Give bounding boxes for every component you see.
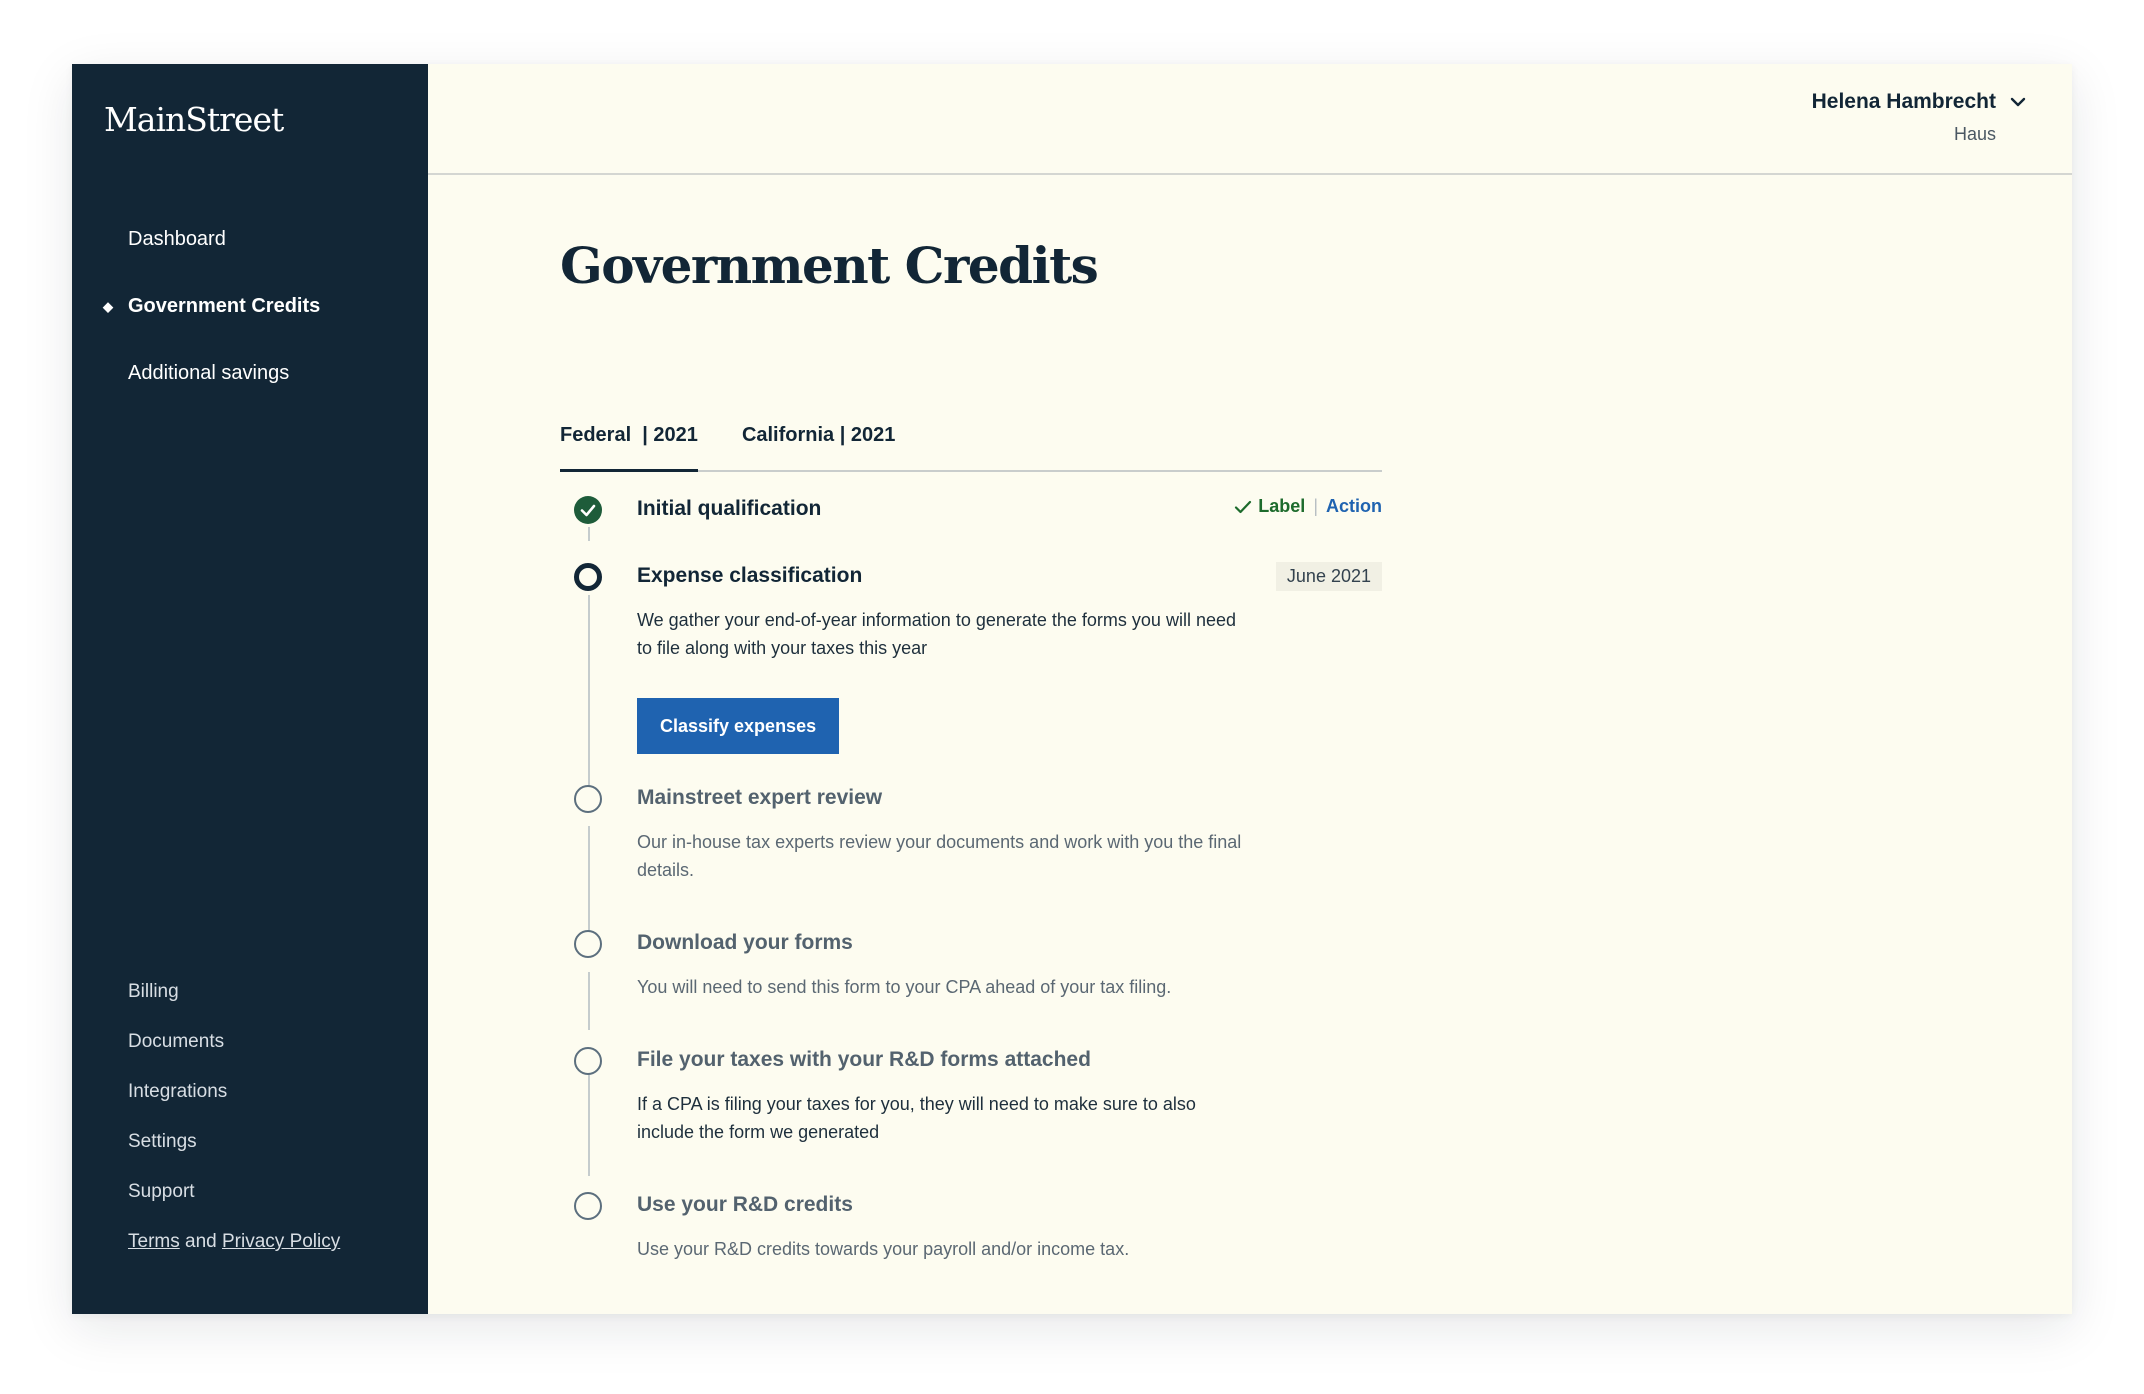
current-step-icon	[574, 563, 602, 591]
step-connector	[588, 972, 590, 1030]
terms-link[interactable]: Terms	[128, 1231, 180, 1252]
main-content: Helena Hambrecht Haus Government Credits…	[428, 64, 2072, 1314]
user-menu-button[interactable]: Helena Hambrecht	[1811, 90, 2026, 114]
step-description: You will need to send this form to your …	[637, 977, 1172, 997]
sidebar-item-label: Government Credits	[128, 295, 321, 317]
step-connector	[588, 826, 590, 938]
sidebar-item-label: Additional savings	[128, 362, 290, 384]
diamond-icon: ◆	[103, 299, 113, 314]
tab-year: | 2021	[839, 424, 896, 446]
sidebar-item-integrations[interactable]: Integrations	[128, 1081, 227, 1103]
step-description: Use your R&D credits towards your payrol…	[637, 1239, 1130, 1259]
sidebar: MainStreet Dashboard ◆ Government Credit…	[72, 64, 428, 1314]
brand-logo[interactable]: MainStreet	[104, 100, 284, 139]
step-connector	[588, 1064, 590, 1176]
status-divider: |	[1313, 496, 1318, 516]
page-title: Government Credits	[560, 236, 1099, 295]
sidebar-item-support[interactable]: Support	[128, 1181, 195, 1203]
sidebar-item-label: Dashboard	[128, 228, 226, 250]
privacy-policy-link[interactable]: Privacy Policy	[222, 1231, 340, 1252]
check-icon	[580, 504, 596, 517]
sidebar-item-dashboard[interactable]: Dashboard	[128, 228, 226, 251]
tab-federal-2021[interactable]: Federal | 2021	[560, 404, 698, 472]
top-bar: Helena Hambrecht Haus	[428, 64, 2072, 175]
status-label: Label	[1234, 496, 1305, 517]
check-circle-icon	[574, 496, 602, 524]
sidebar-item-billing[interactable]: Billing	[128, 981, 179, 1003]
status-action-link[interactable]: Action	[1326, 496, 1382, 517]
sidebar-item-documents[interactable]: Documents	[128, 1031, 224, 1053]
user-organization: Haus	[1953, 124, 1996, 144]
step-description: If a CPA is filing your taxes for you, t…	[637, 1094, 1196, 1142]
step-date-badge: June 2021	[1275, 562, 1382, 591]
step-connector	[588, 527, 590, 541]
tab-label: California	[741, 424, 835, 446]
user-menu: Helena Hambrecht Haus	[1811, 90, 2026, 145]
step-title: Mainstreet expert review	[637, 786, 883, 809]
step-title: File your taxes with your R&D forms atta…	[637, 1048, 1091, 1071]
status-label-text: Label	[1258, 496, 1306, 516]
app-window: MainStreet Dashboard ◆ Government Credit…	[72, 64, 2072, 1314]
tab-year: | 2021	[642, 424, 698, 446]
sidebar-item-additional-savings[interactable]: Additional savings	[128, 362, 289, 385]
pending-step-icon	[574, 930, 602, 958]
tab-california-2021[interactable]: California | 2021	[742, 404, 895, 472]
step-title: Initial qualification	[637, 497, 822, 520]
step-title: Download your forms	[637, 931, 853, 954]
legal-links: Terms and Privacy Policy	[128, 1231, 340, 1253]
legal-conjunction: and	[185, 1231, 217, 1252]
pending-step-icon	[574, 785, 602, 813]
check-icon	[1235, 500, 1252, 513]
pending-step-icon	[574, 1192, 602, 1220]
pending-step-icon	[574, 1047, 602, 1075]
step-description: We gather your end-of-year information t…	[637, 610, 1236, 658]
chevron-down-icon	[2010, 97, 2026, 107]
classify-expenses-button[interactable]: Classify expenses	[637, 698, 840, 754]
step-title: Use your R&D credits	[637, 1193, 853, 1216]
user-name: Helena Hambrecht	[1811, 90, 1996, 113]
sidebar-item-government-credits[interactable]: ◆ Government Credits	[103, 295, 321, 318]
step-description: Our in-house tax experts review your doc…	[637, 832, 1242, 880]
step-connector	[588, 595, 590, 791]
step-title: Expense classification	[637, 564, 863, 587]
step-status: Label | Action	[1234, 496, 1382, 517]
tab-bar: Federal | 2021 California | 2021	[560, 404, 1382, 472]
sidebar-item-settings[interactable]: Settings	[128, 1131, 197, 1153]
tab-label: Federal	[560, 424, 632, 446]
